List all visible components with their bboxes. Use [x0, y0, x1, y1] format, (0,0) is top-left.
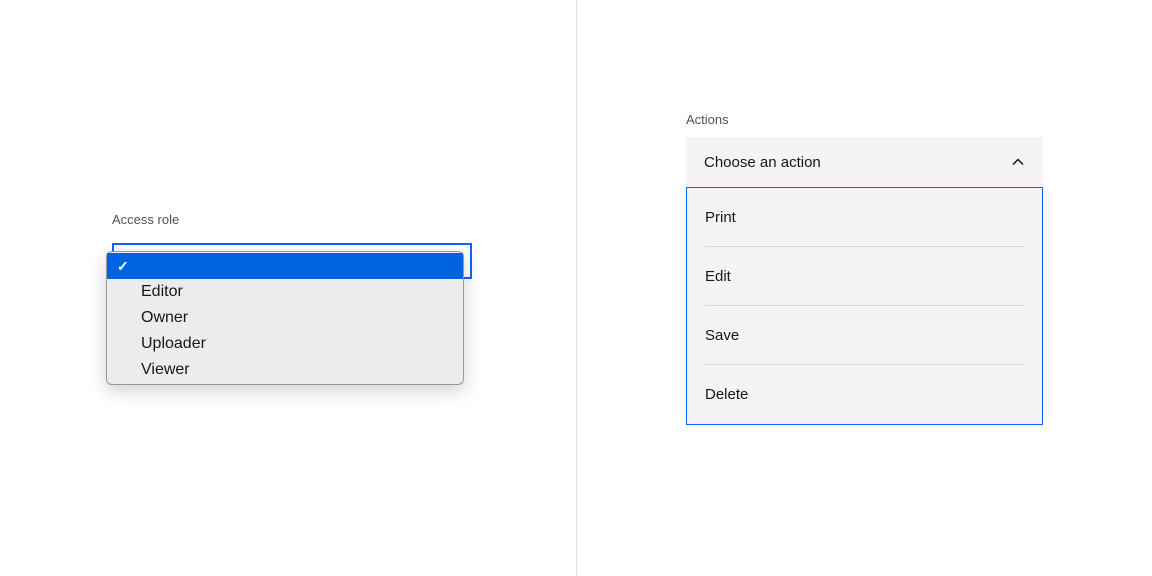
- access-role-option-owner[interactable]: Owner: [107, 305, 463, 331]
- actions-option-save[interactable]: Save: [687, 306, 1042, 365]
- actions-dropdown: Actions Choose an action Print Edit Save…: [686, 112, 1043, 425]
- actions-option-delete[interactable]: Delete: [687, 365, 1042, 424]
- actions-label: Actions: [686, 112, 1043, 127]
- option-label: Save: [705, 327, 739, 344]
- option-label: Viewer: [141, 361, 190, 379]
- access-role-select: Access role ✓ Editor Owner Uploader View…: [112, 212, 472, 235]
- actions-menu: Print Edit Save Delete: [686, 187, 1043, 425]
- option-label: Uploader: [141, 335, 206, 353]
- access-role-label: Access role: [112, 212, 472, 227]
- option-label: Delete: [705, 386, 748, 403]
- option-label: Owner: [141, 309, 188, 327]
- check-icon: ✓: [117, 258, 129, 275]
- access-role-option-uploader[interactable]: Uploader: [107, 331, 463, 357]
- right-panel: Actions Choose an action Print Edit Save…: [576, 0, 1152, 576]
- actions-option-print[interactable]: Print: [687, 188, 1042, 247]
- actions-option-edit[interactable]: Edit: [687, 247, 1042, 306]
- access-role-options-list: ✓ Editor Owner Uploader Viewer: [106, 251, 464, 385]
- actions-placeholder: Choose an action: [704, 154, 821, 171]
- access-role-option-blank[interactable]: ✓: [107, 253, 463, 279]
- option-label: Edit: [705, 268, 731, 285]
- access-role-option-viewer[interactable]: Viewer: [107, 357, 463, 383]
- access-role-option-editor[interactable]: Editor: [107, 279, 463, 305]
- left-panel: Access role ✓ Editor Owner Uploader View…: [0, 0, 576, 576]
- actions-trigger[interactable]: Choose an action: [686, 137, 1043, 187]
- option-label: Editor: [141, 283, 183, 301]
- option-label: Print: [705, 209, 736, 226]
- chevron-up-icon: [1011, 155, 1025, 169]
